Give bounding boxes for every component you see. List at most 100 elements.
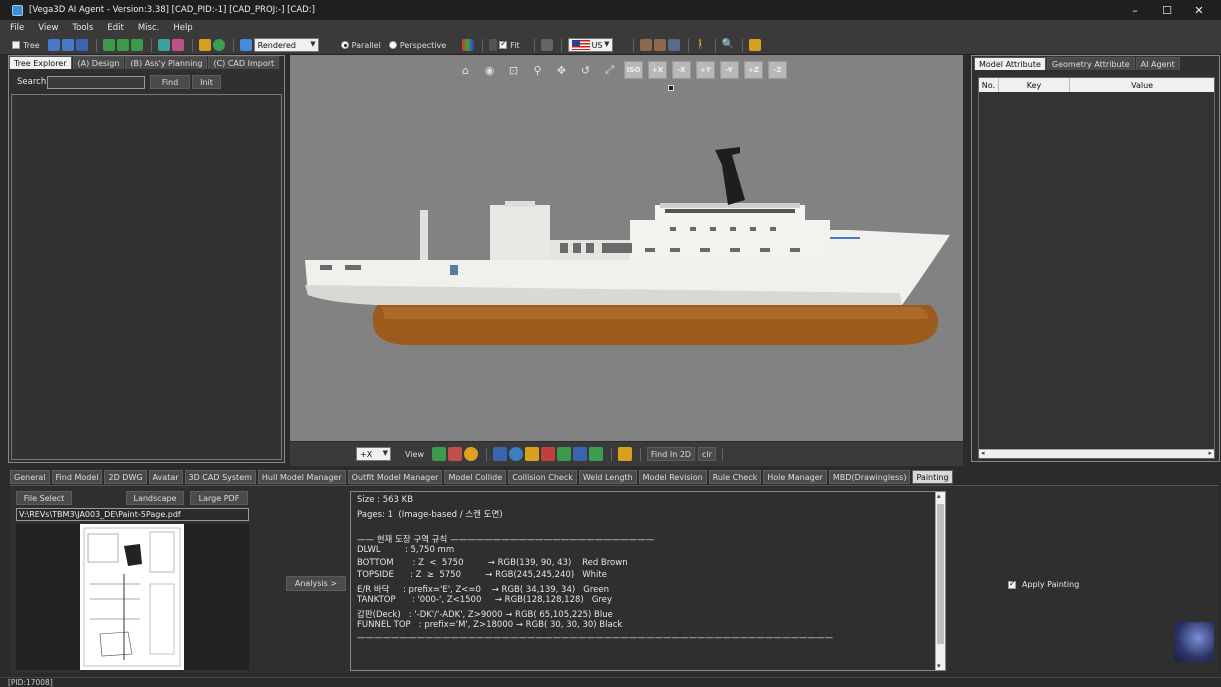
file-path-field[interactable]: V:\REVs\TBM3\JA003_DE\Paint-5Page.pdf <box>16 508 249 521</box>
cube-icon[interactable] <box>239 39 252 51</box>
close-button[interactable]: ✕ <box>1183 0 1215 20</box>
3d-toggle-icon[interactable] <box>617 447 632 461</box>
ship-model[interactable] <box>290 55 963 441</box>
attribute-hscrollbar[interactable]: ◂ ▸ <box>979 449 1214 458</box>
3d-viewport[interactable]: ⌂ ◉ ⊡ ⚲ ✥ ↺ ⤢ ISO +X -X +Y -Y +Z -Z <box>290 55 963 441</box>
axis-icon[interactable] <box>588 447 603 461</box>
tab-design[interactable]: (A) Design <box>72 56 125 69</box>
log-scroll-thumb[interactable] <box>937 504 944 644</box>
fit-checkbox[interactable] <box>499 39 508 49</box>
menu-edit[interactable]: Edit <box>107 23 123 33</box>
measure-angle-icon[interactable] <box>492 447 507 461</box>
locale-select[interactable]: US ▼ <box>567 38 613 52</box>
col-value[interactable]: Value <box>1070 78 1214 92</box>
transfer-icon[interactable] <box>171 39 184 51</box>
import-icon[interactable] <box>61 39 74 51</box>
window-layout-2-icon[interactable] <box>653 39 666 51</box>
measure-radius-icon[interactable] <box>508 447 523 461</box>
view-axis-select[interactable]: +X ▼ <box>356 447 391 461</box>
minimize-button[interactable]: – <box>1119 0 1151 20</box>
save-icon[interactable] <box>75 39 88 51</box>
render-mode-select[interactable]: Rendered ▼ <box>253 38 319 52</box>
tree-checkbox[interactable] <box>12 41 20 49</box>
menu-tools[interactable]: Tools <box>72 23 93 33</box>
tab-ai-agent[interactable]: AI Agent <box>1135 57 1180 70</box>
menu-view[interactable]: View <box>38 23 58 33</box>
attribute-table-header: No. Key Value <box>979 78 1214 92</box>
home-icon[interactable] <box>198 39 211 51</box>
tab-3d-cad-system[interactable]: 3D CAD System <box>184 470 256 484</box>
document-icon[interactable] <box>748 39 761 51</box>
scroll-left-icon[interactable]: ◂ <box>981 449 985 457</box>
bottom-tabs: General Find Model 2D DWG Avatar 3D CAD … <box>10 470 955 484</box>
model-export-icon[interactable] <box>116 39 129 51</box>
refresh-icon[interactable] <box>212 39 225 51</box>
tab-model-revision[interactable]: Model Revision <box>638 470 707 484</box>
landscape-button[interactable]: Landscape <box>126 491 184 505</box>
menu-file[interactable]: File <box>10 23 24 33</box>
cancel-circle-icon[interactable] <box>463 447 478 461</box>
measure-distance-icon[interactable] <box>524 447 539 461</box>
find-in-2d-button[interactable]: Find In 2D <box>646 447 695 461</box>
tab-rule-check[interactable]: Rule Check <box>708 470 762 484</box>
off-toggle-icon[interactable] <box>540 39 553 51</box>
col-key[interactable]: Key <box>999 78 1071 92</box>
maximize-button[interactable]: ☐ <box>1151 0 1183 20</box>
find-button[interactable]: Find <box>150 75 190 89</box>
tab-outfit-model-manager[interactable]: Outfit Model Manager <box>347 470 443 484</box>
tab-avatar[interactable]: Avatar <box>148 470 183 484</box>
tab-mbd-drawingless[interactable]: MBD(Drawingless) <box>828 470 911 484</box>
window-layout-1-icon[interactable] <box>639 39 652 51</box>
tab-geometry-attribute[interactable]: Geometry Attribute <box>1046 57 1135 70</box>
open-icon[interactable] <box>47 39 60 51</box>
tab-find-model[interactable]: Find Model <box>51 470 103 484</box>
analysis-log[interactable]: Size : 563 KB Pages: 1 (Image-based / 스캔… <box>350 491 946 671</box>
tab-cad-import[interactable]: (C) CAD Import <box>208 56 280 69</box>
menu-help[interactable]: Help <box>173 23 192 33</box>
log-line: DLWL : 5,750 mm <box>357 545 455 555</box>
parallel-radio[interactable] <box>340 41 349 49</box>
tab-hole-manager[interactable]: Hole Manager <box>763 470 827 484</box>
menu-misc[interactable]: Misc. <box>138 23 160 33</box>
col-no[interactable]: No. <box>979 78 999 92</box>
measure-dx-icon[interactable] <box>540 447 555 461</box>
tab-2d-dwg[interactable]: 2D DWG <box>104 470 147 484</box>
tab-model-attribute[interactable]: Model Attribute <box>974 57 1046 70</box>
search-icon[interactable]: 🔍 <box>722 39 734 51</box>
tab-model-collide[interactable]: Model Collide <box>444 470 507 484</box>
tab-general[interactable]: General <box>10 470 50 484</box>
large-pdf-button[interactable]: Large PDF <box>190 491 248 505</box>
color-palette-icon[interactable] <box>462 39 475 51</box>
tab-hull-model-manager[interactable]: Hull Model Manager <box>257 470 346 484</box>
tab-assy-planning[interactable]: (B) Ass'y Planning <box>125 56 208 69</box>
tab-collision-check[interactable]: Collision Check <box>508 470 577 484</box>
log-vscrollbar[interactable]: ▴ ▾ <box>935 492 945 670</box>
drawing-thumbnail <box>83 527 181 667</box>
init-button[interactable]: Init <box>192 75 221 89</box>
search-input[interactable] <box>47 75 145 89</box>
tree-view[interactable] <box>11 94 282 460</box>
apply-painting-option[interactable]: Apply Painting <box>1008 579 1079 589</box>
clr-button[interactable]: clr <box>697 447 716 461</box>
tab-weld-length[interactable]: Weld Length <box>578 470 637 484</box>
scroll-up-icon[interactable]: ▴ <box>937 492 941 500</box>
model-save-icon[interactable] <box>130 39 143 51</box>
scroll-down-icon[interactable]: ▾ <box>937 662 941 670</box>
tab-tree-explorer[interactable]: Tree Explorer <box>9 56 72 69</box>
apply-painting-checkbox[interactable] <box>1008 579 1016 589</box>
red-box-icon[interactable] <box>447 447 462 461</box>
green-box-icon[interactable] <box>431 447 446 461</box>
measure-dz-icon[interactable] <box>572 447 587 461</box>
model-load-icon[interactable] <box>102 39 115 51</box>
window-layout-3-icon[interactable] <box>667 39 680 51</box>
analysis-button[interactable]: Analysis > <box>286 576 346 591</box>
perspective-radio[interactable] <box>388 41 397 49</box>
tab-painting[interactable]: Painting <box>912 470 953 484</box>
scroll-right-icon[interactable]: ▸ <box>1208 449 1212 457</box>
file-select-button[interactable]: File Select <box>16 491 72 505</box>
layer-icon[interactable] <box>157 39 170 51</box>
person-icon[interactable]: 🚶 <box>695 39 707 51</box>
attribute-table[interactable]: No. Key Value ◂ ▸ <box>978 77 1215 459</box>
superstructure-aft <box>490 205 550 260</box>
measure-dy-icon[interactable] <box>556 447 571 461</box>
